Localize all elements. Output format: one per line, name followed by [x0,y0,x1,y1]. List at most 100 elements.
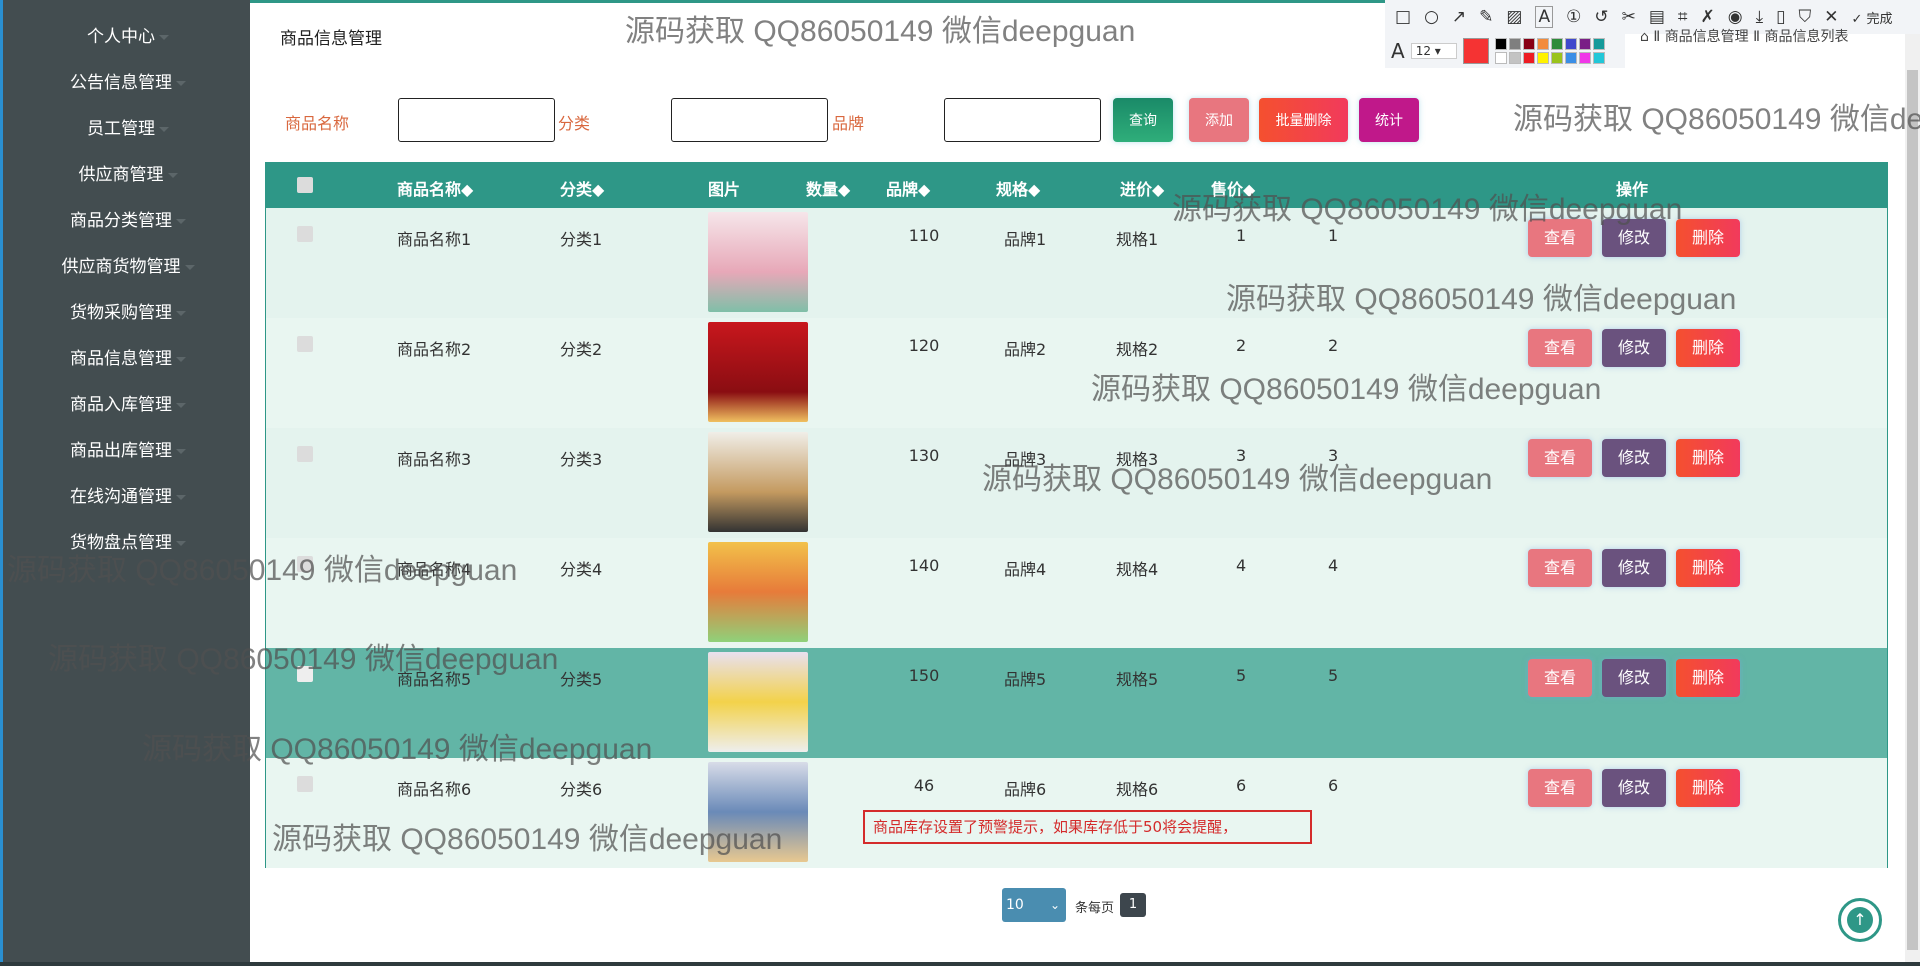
caret-down-icon [184,264,195,270]
arrow-tool-icon[interactable]: ↗ [1452,7,1466,27]
category-input[interactable] [671,98,828,142]
cell-sell-price: 6 [1328,776,1339,795]
column-header[interactable]: 数量◆ [806,176,850,200]
view-button[interactable]: 查看 [1528,549,1592,587]
color-palette[interactable] [1494,38,1605,64]
pencil-tool-icon[interactable]: ✎ [1479,7,1493,27]
select-all-checkbox[interactable] [297,177,313,193]
delete-button[interactable]: 删除 [1676,329,1740,367]
color-swatch[interactable] [1550,52,1563,64]
sidebar-item[interactable]: 商品信息管理 [3,344,253,374]
scrollbar-thumb[interactable] [1907,70,1918,950]
row-checkbox[interactable] [297,776,313,792]
record-icon[interactable]: ◉ [1728,7,1743,27]
edit-button[interactable]: 修改 [1602,219,1666,257]
home-icon[interactable]: ⌂ [1640,29,1649,45]
color-swatch[interactable] [1494,52,1507,64]
sidebar-item[interactable]: 供应商管理 [3,160,253,190]
color-swatch[interactable] [1592,52,1605,64]
cell-name: 商品名称6 [397,780,472,799]
color-swatch[interactable] [1494,38,1507,50]
back-to-top-button[interactable]: ↑ [1838,898,1882,942]
batch-delete-button[interactable]: 批量删除 [1259,98,1348,142]
row-checkbox[interactable] [297,446,313,462]
color-swatch[interactable] [1508,38,1521,50]
row-checkbox[interactable] [297,226,313,242]
delete-button[interactable]: 删除 [1676,769,1740,807]
column-header[interactable]: 商品名称◆ [397,176,473,200]
view-button[interactable]: 查看 [1528,329,1592,367]
view-button[interactable]: 查看 [1528,659,1592,697]
edit-button[interactable]: 修改 [1602,439,1666,477]
undo-icon[interactable]: ↺ [1594,7,1608,27]
color-swatch[interactable] [1522,38,1535,50]
row-checkbox[interactable] [297,336,313,352]
row-checkbox[interactable] [297,666,313,682]
text-tool-icon[interactable]: A [1535,6,1554,28]
color-swatch[interactable] [1578,52,1591,64]
view-button[interactable]: 查看 [1528,439,1592,477]
rectangle-tool-icon[interactable]: □ [1395,7,1411,27]
color-swatch[interactable] [1564,38,1577,50]
sidebar-item[interactable]: 供应商货物管理 [3,252,253,282]
ellipse-tool-icon[interactable]: ○ [1424,7,1439,27]
query-button[interactable]: 查询 [1113,98,1173,142]
add-button[interactable]: 添加 [1189,98,1249,142]
cell-buy-price: 3 [1236,446,1247,465]
download-icon[interactable]: ⤓ [1756,7,1764,27]
view-button[interactable]: 查看 [1528,219,1592,257]
page-size-select[interactable]: 10 ⌄ [1002,888,1066,922]
scrollbar[interactable] [1905,0,1920,962]
bookmark-icon[interactable]: ⛉ [1798,7,1811,27]
color-swatch[interactable] [1564,52,1577,64]
column-header[interactable]: 品牌◆ [886,176,930,200]
column-header[interactable]: 规格◆ [996,176,1040,200]
stats-button[interactable]: 统计 [1359,98,1419,142]
color-swatch[interactable] [1522,52,1535,64]
color-swatch[interactable] [1536,38,1549,50]
close-icon[interactable]: ✕ [1824,7,1838,27]
name-input[interactable] [398,98,555,142]
edit-button[interactable]: 修改 [1602,549,1666,587]
edit-button[interactable]: 修改 [1602,769,1666,807]
sidebar-item[interactable]: 员工管理 [3,114,253,144]
delete-button[interactable]: 删除 [1676,439,1740,477]
brand-input[interactable] [944,98,1101,142]
color-swatch[interactable] [1578,38,1591,50]
sidebar-item[interactable]: 在线沟通管理 [3,482,253,512]
mosaic-tool-icon[interactable]: ▨ [1506,7,1522,27]
pin-icon[interactable]: ✗ [1701,7,1715,27]
delete-button[interactable]: 删除 [1676,219,1740,257]
color-swatch[interactable] [1550,38,1563,50]
number-tool-icon[interactable]: ① [1566,7,1581,27]
ocr-icon[interactable]: ▤ [1649,7,1665,27]
color-swatch[interactable] [1508,52,1521,64]
column-header[interactable]: 进价◆ [1120,176,1164,200]
phone-icon[interactable]: ▯ [1776,7,1785,27]
sidebar-item[interactable]: 商品出库管理 [3,436,253,466]
sidebar-item[interactable]: 货物采购管理 [3,298,253,328]
sidebar-item[interactable]: 公告信息管理 [3,68,253,98]
done-button[interactable]: ✓ 完成 [1851,8,1892,27]
cell-buy-price: 2 [1236,336,1247,355]
scan-icon[interactable]: ⌗ [1678,7,1688,27]
edit-button[interactable]: 修改 [1602,329,1666,367]
sidebar-item[interactable]: 商品分类管理 [3,206,253,236]
color-swatch[interactable] [1592,38,1605,50]
delete-button[interactable]: 删除 [1676,659,1740,697]
sidebar-item[interactable]: 个人中心 [3,22,253,52]
cut-icon[interactable]: ✂ [1622,7,1636,27]
column-header[interactable]: 分类◆ [560,176,604,200]
font-size-select[interactable]: 12 ▾ [1410,43,1457,59]
delete-button[interactable]: 删除 [1676,549,1740,587]
current-color-swatch[interactable] [1462,38,1489,64]
column-header[interactable]: 售价◆ [1211,176,1255,200]
page-1-button[interactable]: 1 [1120,893,1146,917]
sidebar-item[interactable]: 货物盘点管理 [3,528,253,558]
cell-buy-price: 6 [1236,776,1247,795]
view-button[interactable]: 查看 [1528,769,1592,807]
edit-button[interactable]: 修改 [1602,659,1666,697]
sidebar-item[interactable]: 商品入库管理 [3,390,253,420]
color-swatch[interactable] [1536,52,1549,64]
row-checkbox[interactable] [297,556,313,572]
